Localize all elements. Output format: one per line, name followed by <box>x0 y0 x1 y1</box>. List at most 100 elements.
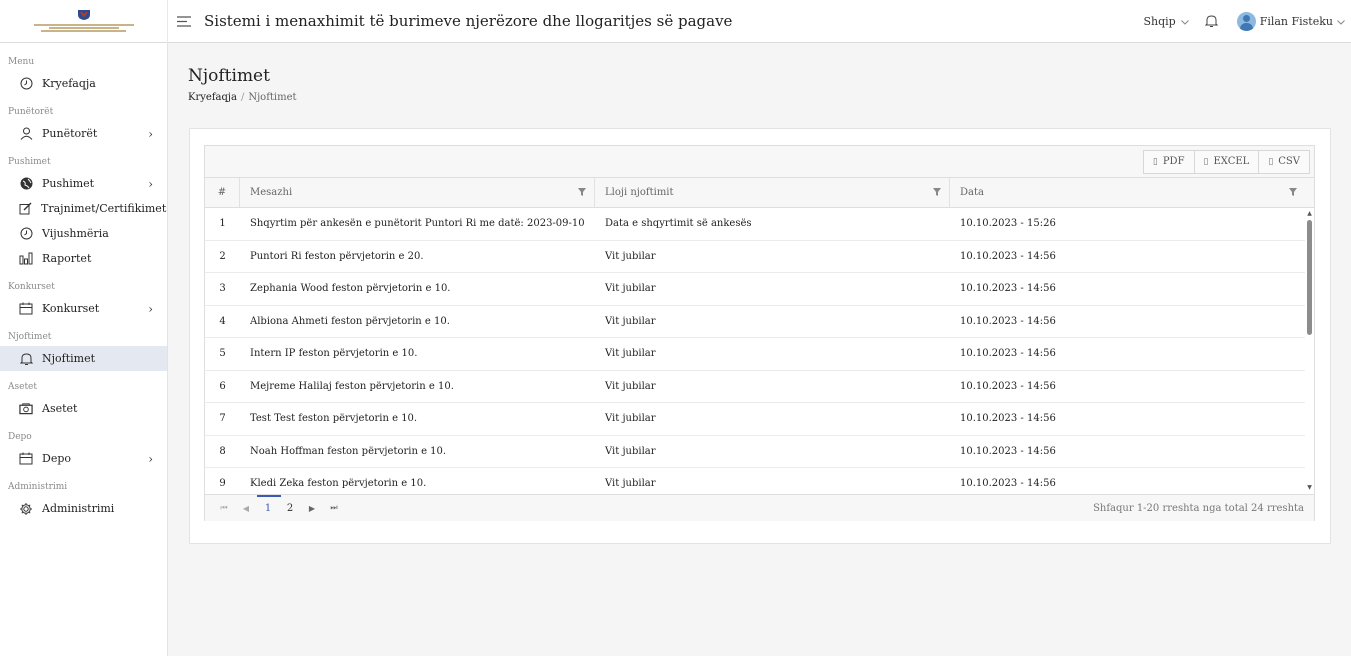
table-row[interactable]: 4 Albiona Ahmeti feston përvjetorin e 10.… <box>205 306 1305 338</box>
page-2-button[interactable]: 2 <box>283 503 297 514</box>
sidebar-item-raportet[interactable]: Raportet <box>0 246 167 271</box>
sidebar-section-label: Pushimet <box>8 157 51 167</box>
chevron-down-icon <box>1180 15 1189 28</box>
calendar-icon <box>19 452 33 466</box>
sidebar-item-pun-tor-t[interactable]: Punëtorët › <box>0 121 167 146</box>
export-csv-label: CSV <box>1278 156 1300 167</box>
sidebar-item-label: Trajnimet/Certifikimet <box>41 202 167 215</box>
row-number: 3 <box>219 283 226 295</box>
export-excel-button[interactable]: ▯ EXCEL <box>1193 149 1259 174</box>
date-cell: 10.10.2023 - 14:56 <box>960 283 1056 295</box>
date-cell: 10.10.2023 - 14:56 <box>960 380 1056 392</box>
file-icon: ▯ <box>1203 156 1209 167</box>
clock-icon <box>19 77 33 91</box>
export-pdf-label: PDF <box>1162 156 1185 167</box>
language-selector[interactable]: Shqip <box>1143 14 1189 28</box>
chevron-right-icon: › <box>148 126 153 141</box>
page-1-button[interactable]: 1 <box>257 494 281 514</box>
menu-toggle-icon[interactable] <box>174 11 194 31</box>
prev-page-icon[interactable]: ◀ <box>239 504 253 513</box>
sidebar-item-label: Raportet <box>42 252 92 265</box>
camera-icon <box>19 402 33 416</box>
column-header-label: # <box>217 187 227 198</box>
sidebar-item-depo[interactable]: Depo › <box>0 446 167 471</box>
bar-chart-icon <box>19 252 33 266</box>
row-number: 8 <box>219 445 226 457</box>
sidebar-section-label: Asetet <box>8 382 38 392</box>
next-page-icon[interactable]: ▶ <box>305 504 319 513</box>
notifications-bell-icon[interactable] <box>1203 12 1221 30</box>
table-row[interactable]: 1 Shqyrtim për ankesën e punëtorit Puntor… <box>205 208 1305 241</box>
sidebar-item-label: Pushimet <box>42 177 95 190</box>
sidebar-section-label: Konkurset <box>8 282 55 292</box>
scroll-up-arrow-icon[interactable]: ▲ <box>1306 210 1313 218</box>
type-cell: Vit jubilar <box>605 380 656 392</box>
sidebar-section-label: Menu <box>8 57 35 67</box>
sidebar-item-pushimet[interactable]: Pushimet › <box>0 171 167 196</box>
table-row[interactable]: 6 Mejreme Halilaj feston përvjetorin e 10… <box>205 371 1305 403</box>
message-cell: Intern IP feston përvjetorin e 10. <box>250 348 418 360</box>
export-pdf-button[interactable]: ▯ PDF <box>1142 149 1194 174</box>
bell-icon <box>19 352 33 366</box>
type-cell: Vit jubilar <box>605 445 656 457</box>
pager: ⏮ ◀ 1 2 ▶ ⏭ Shfaqur 1-20 rreshta nga tot… <box>205 494 1314 521</box>
breadcrumb-current: Njoftimet <box>248 92 297 103</box>
table-row[interactable]: 7 Test Test feston përvjetorin e 10. Vit j… <box>205 403 1305 436</box>
row-number: 7 <box>219 413 226 425</box>
message-cell: Zephania Wood feston përvjetorin e 10. <box>250 283 451 295</box>
message-cell: Test Test feston përvjetorin e 10. <box>250 413 418 425</box>
vertical-scrollbar[interactable]: ▲ ▼ <box>1305 208 1314 494</box>
type-cell: Vit jubilar <box>605 413 656 425</box>
sidebar-item-asetet[interactable]: Asetet <box>0 396 167 421</box>
column-header-date[interactable]: Data <box>950 178 1305 207</box>
message-cell: Mejreme Halilaj feston përvjetorin e 10. <box>250 380 454 392</box>
user-menu[interactable]: Filan Fisteku <box>1236 11 1345 31</box>
file-icon: ▯ <box>1152 156 1158 167</box>
column-header-number: # <box>205 178 240 207</box>
language-label: Shqip <box>1143 14 1176 28</box>
type-cell: Vit jubilar <box>605 315 656 327</box>
filter-icon[interactable] <box>578 188 586 199</box>
table-row[interactable]: 2 Puntori Ri feston përvjetorin e 20. Vit … <box>205 241 1305 273</box>
sidebar-section-label: Administrimi <box>8 482 68 492</box>
avatar <box>1236 11 1256 31</box>
column-header-label: Lloji njoftimit <box>605 187 674 198</box>
date-cell: 10.10.2023 - 14:56 <box>960 478 1056 490</box>
type-cell: Vit jubilar <box>605 348 656 360</box>
row-number: 1 <box>219 218 226 230</box>
filter-icon[interactable] <box>933 188 941 199</box>
column-header-label: Mesazhi <box>250 187 293 198</box>
last-page-icon[interactable]: ⏭ <box>327 503 341 513</box>
app-title: Sistemi i menaxhimit të burimeve njerëzo… <box>204 12 733 30</box>
column-header-type[interactable]: Lloji njoftimit <box>595 178 950 207</box>
export-csv-button[interactable]: ▯ CSV <box>1258 149 1310 174</box>
first-page-icon[interactable]: ⏮ <box>217 503 231 513</box>
row-number: 6 <box>219 380 226 392</box>
user-icon <box>19 127 33 141</box>
main-content: Njoftimet Kryefaqja / Njoftimet ▯ PDF ▯ EXCE… <box>168 43 1351 656</box>
table-row[interactable]: 9 Kledi Zeka feston përvjetorin e 10. Vit … <box>205 468 1305 494</box>
filter-icon[interactable] <box>1289 188 1297 199</box>
sidebar-item-trajnimet-certifikimet[interactable]: Trajnimet/Certifikimet <box>0 196 167 221</box>
scroll-down-arrow-icon[interactable]: ▼ <box>1306 484 1313 492</box>
notifications-grid: ▯ PDF ▯ EXCEL ▯ CSV # Mesazhi Lloji njoftim… <box>204 145 1315 521</box>
table-row[interactable]: 3 Zephania Wood feston përvjetorin e 10. V… <box>205 273 1305 306</box>
column-header-message[interactable]: Mesazhi <box>240 178 595 207</box>
type-cell: Vit jubilar <box>605 283 656 295</box>
scrollbar-thumb[interactable] <box>1307 220 1312 335</box>
logo[interactable] <box>0 0 168 43</box>
sidebar-item-administrimi[interactable]: Administrimi <box>0 496 167 521</box>
message-cell: Puntori Ri feston përvjetorin e 20. <box>250 250 424 262</box>
table-row[interactable]: 8 Noah Hoffman feston përvjetorin e 10. Vi… <box>205 436 1305 468</box>
sidebar-item-vijushm-ria[interactable]: Vijushmëria <box>0 221 167 246</box>
sidebar-item-kryefaqja[interactable]: Kryefaqja <box>0 71 167 96</box>
sidebar-item-njoftimet[interactable]: Njoftimet <box>0 346 167 371</box>
table-row[interactable]: 5 Intern IP feston përvjetorin e 10. Vit j… <box>205 338 1305 371</box>
chevron-down-icon <box>1337 15 1345 28</box>
export-excel-label: EXCEL <box>1213 156 1250 167</box>
column-header-label: Data <box>960 187 984 198</box>
breadcrumb-home[interactable]: Kryefaqja <box>188 92 237 103</box>
sidebar-item-konkurset[interactable]: Konkurset › <box>0 296 167 321</box>
sidebar: Menu Kryefaqja Punëtorët Punëtorët › Pushimet… <box>0 43 168 656</box>
top-bar: Sistemi i menaxhimit të burimeve njerëzo… <box>0 0 1351 43</box>
